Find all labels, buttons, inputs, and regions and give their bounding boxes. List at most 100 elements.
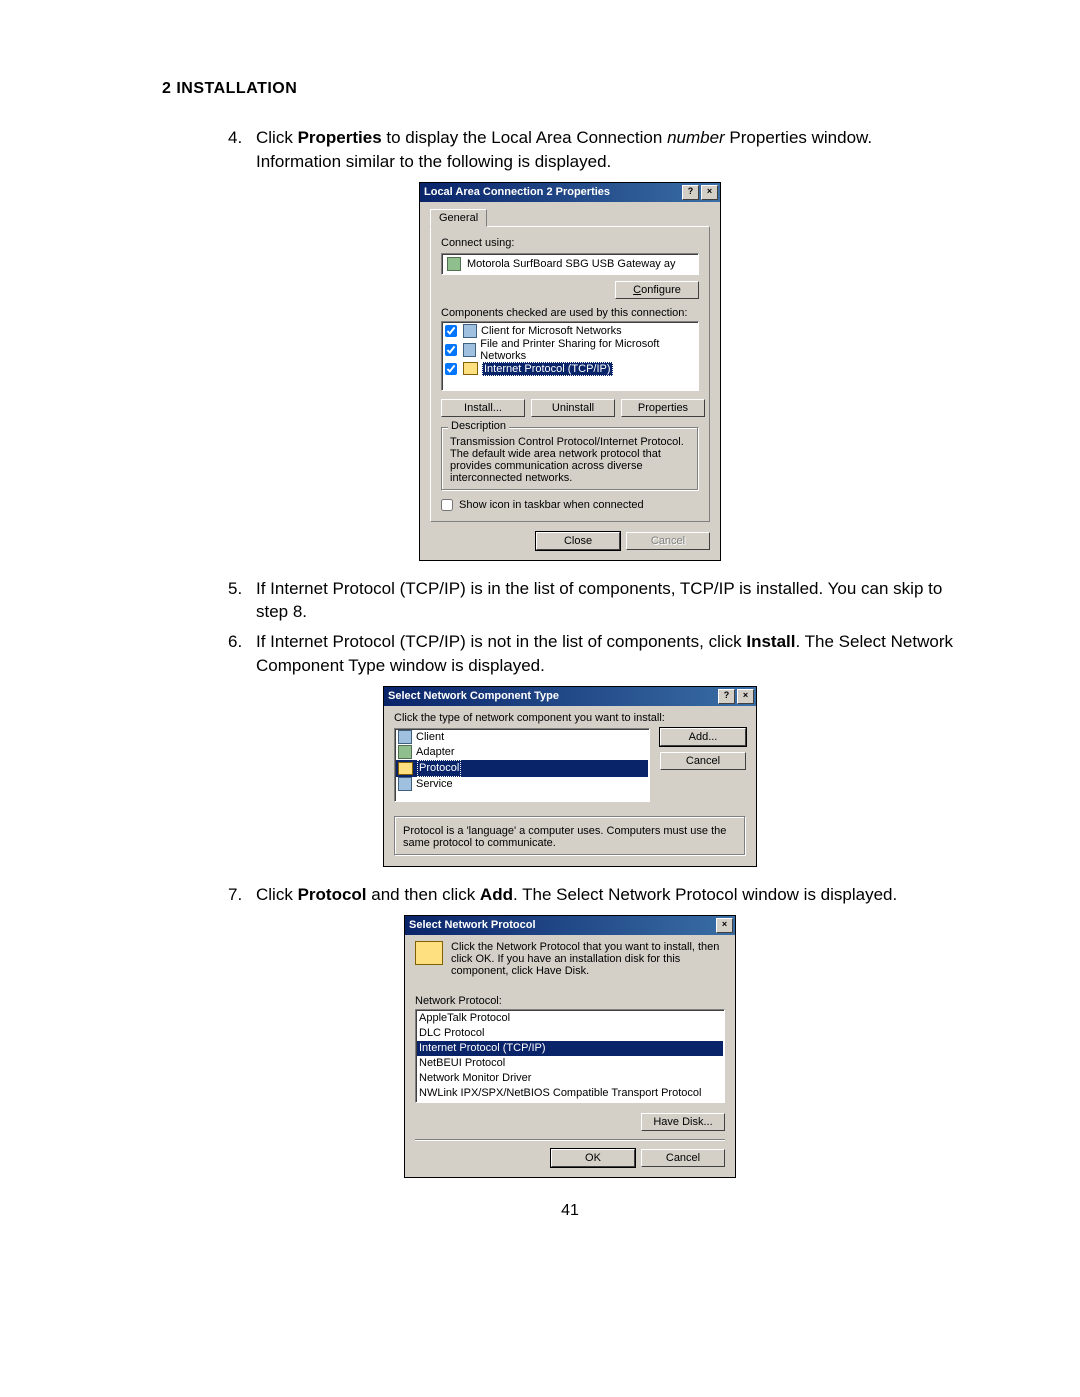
help-icon[interactable]: ? <box>718 689 735 704</box>
step-7: 7. Click Protocol and then click Add. Th… <box>228 883 960 907</box>
checkbox[interactable] <box>445 363 457 375</box>
list-item-label: Client for Microsoft Networks <box>481 325 622 337</box>
document-page: 2 INSTALLATION 4. Click Properties to di… <box>0 0 1080 1260</box>
list-label: Network Protocol: <box>415 995 725 1007</box>
protocol-word: Protocol <box>298 885 367 904</box>
checkbox[interactable] <box>445 344 457 356</box>
component-type-listbox[interactable]: Client Adapter Protocol Service <box>394 728 650 802</box>
close-button[interactable]: Close <box>536 532 620 550</box>
install-word: Install <box>746 632 795 651</box>
list-item[interactable]: Adapter <box>396 745 648 760</box>
step-text: Click Protocol and then click Add. The S… <box>256 883 960 907</box>
tab-strip: General <box>430 208 710 227</box>
help-icon[interactable]: ? <box>682 185 699 200</box>
list-item[interactable]: NetBEUI Protocol <box>417 1056 723 1071</box>
adapter-field: Motorola SurfBoard SBG USB Gateway ay <box>441 253 699 275</box>
list-item[interactable]: File and Printer Sharing for Microsoft N… <box>444 338 696 362</box>
protocol-icon <box>463 362 478 375</box>
adapter-icon <box>398 745 412 759</box>
close-icon[interactable]: × <box>737 689 754 704</box>
add-word: Add <box>480 885 513 904</box>
list-item[interactable]: Network Monitor Driver <box>417 1071 723 1086</box>
step-text: If Internet Protocol (TCP/IP) is not in … <box>256 630 960 678</box>
cancel-button[interactable]: Cancel <box>660 752 746 770</box>
protocol-icon <box>398 762 413 775</box>
section-heading: 2 INSTALLATION <box>162 80 960 98</box>
step-5: 5. If Internet Protocol (TCP/IP) is in t… <box>228 577 960 625</box>
instruction-text: Click the type of network component you … <box>394 712 746 724</box>
titlebar: Select Network Protocol × <box>405 916 735 935</box>
configure-button[interactable]: CConfigureonfigure <box>615 281 699 299</box>
list-item-label: Service <box>416 777 453 792</box>
close-icon[interactable]: × <box>701 185 718 200</box>
cancel-button[interactable]: Cancel <box>641 1149 725 1167</box>
components-listbox[interactable]: Client for Microsoft Networks File and P… <box>441 321 699 391</box>
network-protocol-listbox[interactable]: AppleTalk Protocol DLC Protocol Internet… <box>415 1009 725 1103</box>
titlebar: Select Network Component Type ? × <box>384 687 756 706</box>
client-icon <box>463 324 477 338</box>
client-icon <box>398 730 412 744</box>
show-icon-checkbox[interactable] <box>441 499 453 511</box>
cancel-button: Cancel <box>626 532 710 550</box>
nic-icon <box>447 257 461 271</box>
list-item-label: DLC Protocol <box>419 1026 484 1041</box>
list-item-label: Protocol <box>417 760 461 777</box>
step-number: 7. <box>228 883 256 907</box>
list-item-label: NWLink IPX/SPX/NetBIOS Compatible Transp… <box>419 1086 701 1101</box>
step-6: 6. If Internet Protocol (TCP/IP) is not … <box>228 630 960 678</box>
group-label: Description <box>448 420 509 432</box>
service-icon <box>398 777 412 791</box>
description-group: Description Transmission Control Protoco… <box>441 427 699 491</box>
step-4: 4. Click Properties to display the Local… <box>228 126 960 174</box>
separator <box>415 1139 725 1141</box>
checkbox[interactable] <box>445 325 457 337</box>
step-number: 6. <box>228 630 256 678</box>
list-item-label: Internet Protocol (TCP/IP) <box>419 1041 546 1056</box>
list-item-label: AppleTalk Protocol <box>419 1011 510 1026</box>
list-item-label: Internet Protocol (TCP/IP) <box>482 362 613 376</box>
description-group: Protocol is a 'language' a computer uses… <box>394 816 746 856</box>
select-network-protocol-dialog: Select Network Protocol × Click the Netw… <box>404 915 736 1178</box>
list-item-label: Network Monitor Driver <box>419 1071 531 1086</box>
list-item[interactable]: Service <box>396 777 648 792</box>
list-item-selected[interactable]: Internet Protocol (TCP/IP) <box>444 362 696 376</box>
close-icon[interactable]: × <box>716 918 733 933</box>
protocol-large-icon <box>415 941 443 965</box>
dialog-title: Select Network Component Type <box>388 690 559 702</box>
tab-general[interactable]: General <box>430 209 487 227</box>
have-disk-button[interactable]: Have Disk... <box>641 1113 725 1131</box>
list-item-selected[interactable]: Internet Protocol (TCP/IP) <box>417 1041 723 1056</box>
list-item-selected[interactable]: Protocol <box>396 760 648 777</box>
list-item-label: Adapter <box>416 745 455 760</box>
description-text: Protocol is a 'language' a computer uses… <box>403 825 737 849</box>
components-label: Components checked are used by this conn… <box>441 307 699 319</box>
list-item-label: Client <box>416 730 444 745</box>
step-number: 4. <box>228 126 256 174</box>
list-item[interactable]: AppleTalk Protocol <box>417 1011 723 1026</box>
install-button[interactable]: Install... <box>441 399 525 417</box>
select-network-component-type-dialog: Select Network Component Type ? × Click … <box>383 686 757 867</box>
uninstall-button[interactable]: Uninstall <box>531 399 615 417</box>
page-number: 41 <box>180 1202 960 1220</box>
list-item[interactable]: DLC Protocol <box>417 1026 723 1041</box>
list-item-label: NetBEUI Protocol <box>419 1056 505 1071</box>
step-text: Click Properties to display the Local Ar… <box>256 126 960 174</box>
connect-using-label: Connect using: <box>441 237 699 249</box>
list-item[interactable]: Client for Microsoft Networks <box>444 324 696 338</box>
step-text: If Internet Protocol (TCP/IP) is in the … <box>256 577 960 625</box>
list-item[interactable]: Client <box>396 730 648 745</box>
list-item[interactable]: NWLink IPX/SPX/NetBIOS Compatible Transp… <box>417 1086 723 1101</box>
dialog-title: Local Area Connection 2 Properties <box>424 186 610 198</box>
instruction-text: Click the Network Protocol that you want… <box>451 941 725 977</box>
number-word: number <box>667 128 725 147</box>
adapter-name: Motorola SurfBoard SBG USB Gateway ay <box>467 258 675 270</box>
add-button[interactable]: Add... <box>660 728 746 746</box>
properties-word: Properties <box>298 128 382 147</box>
step-number: 5. <box>228 577 256 625</box>
titlebar: Local Area Connection 2 Properties ? × <box>420 183 720 202</box>
list-item-label: File and Printer Sharing for Microsoft N… <box>480 338 695 362</box>
description-text: Transmission Control Protocol/Internet P… <box>450 436 690 484</box>
properties-button[interactable]: Properties <box>621 399 705 417</box>
show-icon-label: Show icon in taskbar when connected <box>459 499 644 511</box>
ok-button[interactable]: OK <box>551 1149 635 1167</box>
